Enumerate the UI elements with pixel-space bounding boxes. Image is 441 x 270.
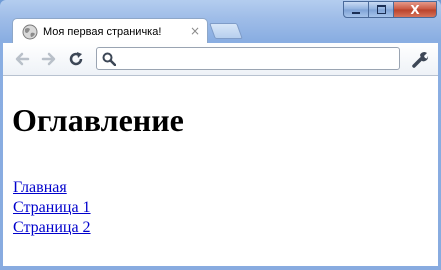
- link-page-1[interactable]: Страница 1: [13, 198, 91, 218]
- new-tab-button[interactable]: [209, 23, 243, 39]
- forward-button[interactable]: [40, 50, 58, 68]
- reload-icon: [69, 52, 83, 66]
- tab-active[interactable]: Моя первая страничка! ×: [12, 18, 208, 44]
- address-bar[interactable]: [96, 47, 400, 70]
- search-icon: [102, 52, 116, 66]
- link-home[interactable]: Главная: [13, 178, 91, 198]
- window-controls: X: [343, 1, 437, 18]
- link-page-2[interactable]: Страница 2: [13, 218, 91, 238]
- tab-close-icon[interactable]: ×: [190, 24, 200, 38]
- arrow-left-icon: [15, 52, 30, 66]
- address-input[interactable]: [120, 48, 399, 69]
- toolbar: [3, 43, 438, 76]
- browser-window: X Моя первая страничка! × Оглавление Гла…: [0, 0, 441, 270]
- back-button[interactable]: [13, 50, 31, 68]
- maximize-button[interactable]: [368, 1, 394, 18]
- link-list: Главная Страница 1 Страница 2: [13, 178, 91, 238]
- wrench-icon[interactable]: [410, 49, 430, 69]
- minimize-icon: [352, 11, 360, 14]
- minimize-button[interactable]: [343, 1, 369, 18]
- tab-title: Моя первая страничка!: [43, 25, 162, 38]
- reload-button[interactable]: [67, 50, 85, 68]
- arrow-right-icon: [41, 52, 56, 66]
- globe-icon: [22, 24, 38, 39]
- page-content: Оглавление Главная Страница 1 Страница 2: [3, 76, 438, 266]
- close-window-button[interactable]: X: [393, 1, 437, 18]
- page-heading: Оглавление: [12, 102, 184, 138]
- maximize-icon: [376, 5, 386, 14]
- close-icon: X: [410, 2, 420, 17]
